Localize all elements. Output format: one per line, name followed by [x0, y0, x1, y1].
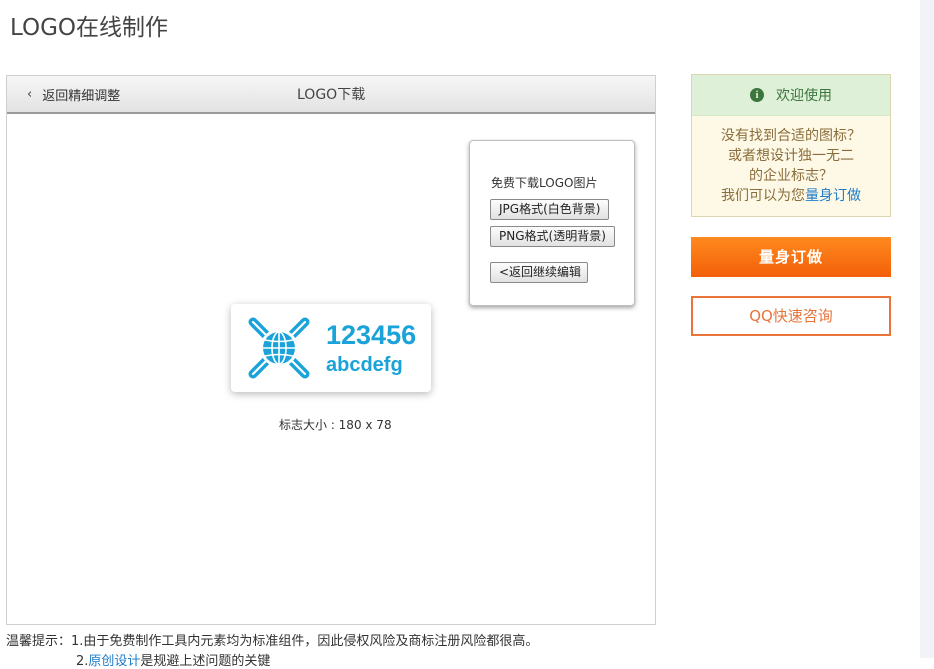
globe-logo-icon [248, 317, 310, 379]
welcome-body: 没有找到合适的图标？ 或者想设计独一无二 的企业标志？ 我们可以为您量身订做 [692, 116, 890, 206]
logo-size-label: 标志大小 : 180 x 78 [279, 418, 392, 432]
download-options-popup: 免费下载LOGO图片 JPG格式(白色背景) PNG格式(透明背景) <返回继续… [469, 140, 635, 306]
welcome-line-last: 我们可以为您量身订做 [692, 186, 890, 206]
download-png-button[interactable]: PNG格式(透明背景) [490, 226, 615, 247]
qq-consult-button[interactable]: QQ快速咨询 [691, 296, 891, 336]
tips-line-2-prefix: 2. [76, 654, 89, 669]
tips-line-2: 2.原创设计是规避上述问题的关键 [76, 650, 270, 669]
welcome-last-prefix: 我们可以为您 [721, 188, 805, 204]
welcome-header: i 欢迎使用 [692, 75, 890, 116]
welcome-line: 或者想设计独一无二 [728, 148, 854, 164]
panel-header: ‹ 返回精细调整 LOGO下载 [7, 76, 655, 114]
panel-header-title: LOGO下载 [297, 87, 366, 103]
right-edge-strip [920, 0, 934, 658]
welcome-box: i 欢迎使用 没有找到合适的图标？ 或者想设计独一无二 的企业标志？ 我们可以为… [691, 74, 891, 217]
welcome-title: 欢迎使用 [776, 88, 832, 104]
original-design-link[interactable]: 原创设计 [88, 654, 140, 669]
page-title: LOGO在线制作 [10, 15, 169, 41]
tips-line-1: 温馨提示：1.由于免费制作工具内元素均为标准组件，因此侵权风险及商标注册风险都很… [6, 634, 539, 649]
chevron-left-icon: ‹ [27, 87, 33, 102]
logo-text-secondary: abcdefg [326, 354, 403, 376]
logo-text-primary: 123456 [326, 320, 417, 350]
tips-line-2-suffix: 是规避上述问题的关键 [140, 654, 271, 669]
logo-download-panel: ‹ 返回精细调整 LOGO下载 免费下载LOGO图片 JPG格式(白色背景) P… [6, 75, 656, 625]
info-icon: i [750, 88, 764, 102]
custom-order-link[interactable]: 量身订做 [805, 188, 861, 204]
download-label: 免费下载LOGO图片 [491, 176, 598, 190]
welcome-line: 的企业标志？ [749, 168, 833, 184]
download-jpg-button[interactable]: JPG格式(白色背景) [490, 199, 610, 220]
welcome-line: 没有找到合适的图标？ [721, 128, 861, 144]
back-to-adjust-label: 返回精细调整 [42, 89, 121, 104]
back-to-edit-button[interactable]: <返回继续编辑 [490, 262, 589, 283]
custom-order-button[interactable]: 量身订做 [691, 237, 891, 277]
logo-preview: 123456 abcdefg [231, 304, 431, 392]
back-to-adjust-link[interactable]: ‹ 返回精细调整 [27, 85, 120, 104]
